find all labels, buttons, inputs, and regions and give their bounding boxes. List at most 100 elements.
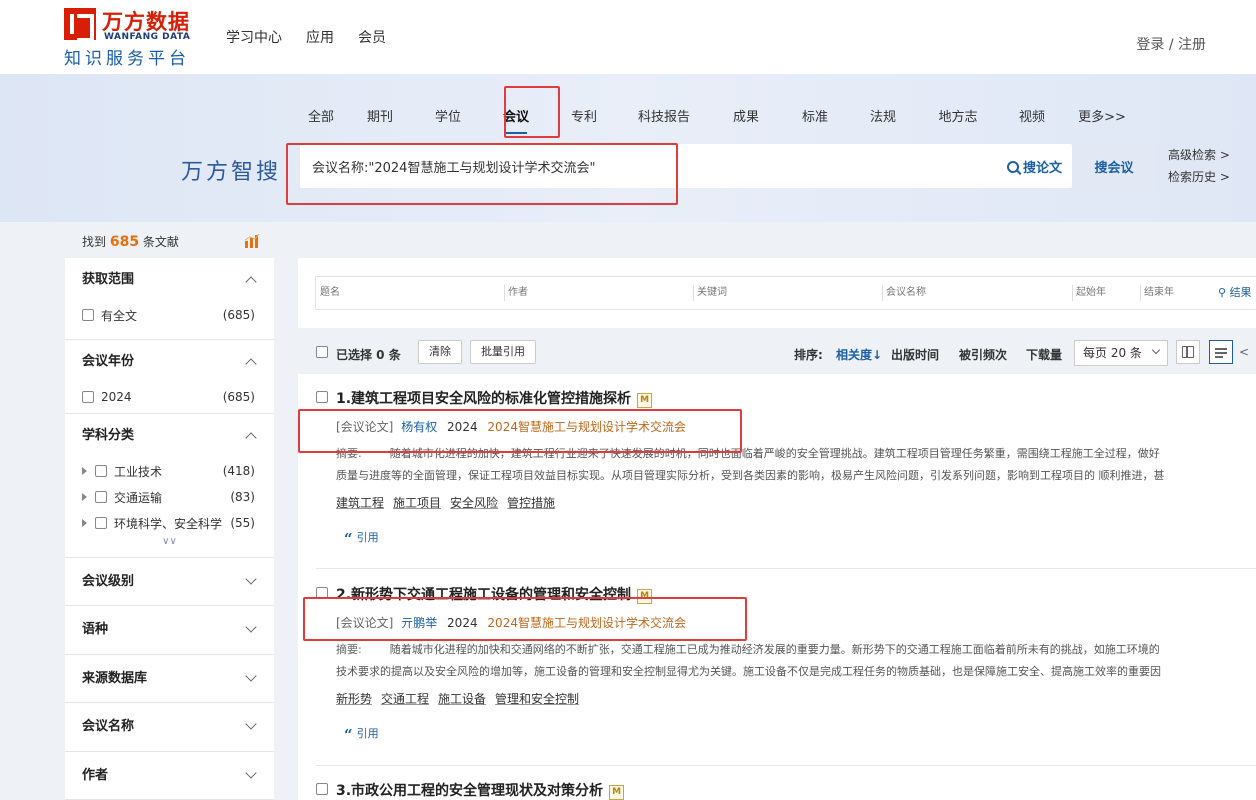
- cite-label: 引用: [356, 727, 379, 740]
- logo-platform-name: 知识服务平台: [64, 49, 190, 69]
- list-view-button[interactable]: [1209, 340, 1233, 364]
- keyword-link[interactable]: 施工设备: [438, 692, 486, 706]
- login-register-link[interactable]: 登录 / 注册: [1136, 34, 1206, 54]
- top-nav: 学习中心 应用 会员: [226, 27, 386, 47]
- expand-triangle-icon[interactable]: [82, 467, 87, 475]
- keyword-link[interactable]: 交通工程: [381, 692, 429, 706]
- search-history-link[interactable]: 检索历史 >: [1168, 166, 1230, 188]
- filter-item-label: 有全文: [101, 308, 138, 323]
- sort-publish-time[interactable]: 出版时间: [891, 346, 939, 363]
- nav-learning-center[interactable]: 学习中心: [226, 27, 282, 47]
- filter-head-source-db[interactable]: 来源数据库: [82, 655, 257, 703]
- tab-conference[interactable]: 会议: [482, 96, 550, 140]
- wanfang-smart-search-brand: 万方智搜: [181, 160, 282, 185]
- keyword-link[interactable]: 建筑工程: [336, 496, 384, 510]
- page-prev-arrow[interactable]: <: [1239, 345, 1249, 359]
- filter-section-year: 会议年份 2024 (685): [65, 340, 274, 414]
- result-conference[interactable]: 2024智慧施工与规划设计学术交流会: [487, 420, 686, 434]
- checkbox[interactable]: [82, 391, 94, 403]
- tab-achievement[interactable]: 成果: [710, 96, 782, 140]
- nav-membership[interactable]: 会员: [358, 27, 386, 47]
- abstract-label: 摘要:: [336, 447, 362, 460]
- filter-head-access[interactable]: 获取范围: [82, 258, 257, 302]
- advanced-search-link[interactable]: 高级检索 >: [1168, 144, 1230, 166]
- per-page-value: 每页 20 条: [1083, 346, 1142, 360]
- abstract-line: 随着城市化进程的加快，建筑工程行业迎来了快速发展的时机，同时也面临着严峻的安全管…: [389, 447, 1160, 460]
- result-conference[interactable]: 2024智慧施工与规划设计学术交流会: [487, 616, 686, 630]
- chevron-up-icon: [245, 432, 257, 444]
- result-author[interactable]: 亓鹏举: [401, 616, 437, 630]
- filter-title: 学科分类: [82, 428, 135, 443]
- result-title[interactable]: 3.市政公用工程的安全管理现状及对策分析 M: [336, 780, 625, 800]
- checkbox[interactable]: [95, 465, 107, 477]
- filter-field-author[interactable]: 作者: [504, 277, 690, 309]
- expand-triangle-icon[interactable]: [82, 493, 87, 501]
- result-author[interactable]: 杨有权: [401, 420, 437, 434]
- search-input[interactable]: [312, 144, 992, 188]
- result-checkbox[interactable]: [316, 783, 328, 795]
- cite-button[interactable]: “引用: [344, 725, 379, 744]
- select-all-checkbox[interactable]: [316, 346, 328, 358]
- results-list: 1.建筑工程项目安全风险的标准化管控措施探析 M [会议论文] 杨有权 2024 …: [298, 374, 1256, 800]
- filter-title: 会议级别: [82, 574, 135, 589]
- filter-item-fulltext: 有全文 (685): [82, 302, 257, 328]
- nav-apps[interactable]: 应用: [306, 27, 334, 47]
- filter-field-keyword[interactable]: 关键词: [693, 277, 881, 309]
- keyword-link[interactable]: 施工项目: [393, 496, 441, 510]
- filter-head-author[interactable]: 作者: [82, 752, 257, 800]
- quote-icon: “: [344, 530, 353, 548]
- filter-search-button[interactable]: ⚲ 结果: [1214, 277, 1256, 309]
- tab-more[interactable]: 更多>>: [1066, 96, 1138, 140]
- filter-head-level[interactable]: 会议级别: [82, 558, 257, 606]
- tab-degree[interactable]: 学位: [414, 96, 482, 140]
- batch-cite-button[interactable]: 批量引用: [470, 340, 536, 364]
- filter-item-count: (418): [222, 464, 255, 478]
- result-checkbox[interactable]: [316, 587, 328, 599]
- chevron-down-icon: [245, 573, 257, 585]
- wanfang-logo[interactable]: 万方数据 WANFANG DATA 知识服务平台: [64, 6, 204, 69]
- selected-count: 已选择 0 条: [336, 348, 401, 362]
- checkbox[interactable]: [95, 491, 107, 503]
- result-checkbox[interactable]: [316, 391, 328, 403]
- filter-head-subject[interactable]: 学科分类: [82, 414, 257, 458]
- result-title[interactable]: 2.新形势下交通工程施工设备的管理和安全控制 M: [336, 584, 653, 604]
- tab-journal[interactable]: 期刊: [346, 96, 414, 140]
- keyword-link[interactable]: 新形势: [336, 692, 372, 706]
- clear-button[interactable]: 清除: [418, 340, 462, 364]
- sort-relevance[interactable]: 相关度↓: [836, 346, 882, 363]
- filter-field-conference[interactable]: 会议名称: [882, 277, 1072, 309]
- filter-field-start-year[interactable]: 起始年: [1072, 277, 1136, 309]
- keyword-link[interactable]: 管理和安全控制: [495, 692, 579, 706]
- search-papers-button[interactable]: 搜论文: [1006, 157, 1062, 176]
- tab-local-chronicle[interactable]: 地方志: [918, 96, 998, 140]
- filter-field-end-year[interactable]: 结束年: [1140, 277, 1210, 309]
- tab-video[interactable]: 视频: [998, 96, 1066, 140]
- filter-head-language[interactable]: 语种: [82, 606, 257, 654]
- result-title[interactable]: 1.建筑工程项目安全风险的标准化管控措施探析 M: [336, 388, 653, 408]
- filter-field-title[interactable]: 题名: [316, 277, 502, 309]
- tab-tech-report[interactable]: 科技报告: [618, 96, 710, 140]
- tab-standard[interactable]: 标准: [782, 96, 848, 140]
- keyword-link[interactable]: 管控措施: [507, 496, 555, 510]
- checkbox[interactable]: [95, 517, 107, 529]
- search-conference-button[interactable]: 搜会议: [1072, 144, 1156, 188]
- grid-view-button[interactable]: [1176, 340, 1200, 364]
- chevron-down-icon: [1151, 345, 1161, 355]
- per-page-select[interactable]: 每页 20 条: [1074, 340, 1168, 366]
- expand-triangle-icon[interactable]: [82, 519, 87, 527]
- result-title-text: 3.市政公用工程的安全管理现状及对策分析: [336, 783, 604, 799]
- tab-patent[interactable]: 专利: [550, 96, 618, 140]
- sort-downloads[interactable]: 下载量: [1026, 346, 1062, 363]
- bar-chart-icon[interactable]: [244, 234, 260, 248]
- tab-regulation[interactable]: 法规: [848, 96, 918, 140]
- sort-citations[interactable]: 被引频次: [959, 346, 1007, 363]
- checkbox[interactable]: [82, 309, 94, 321]
- filter-head-conference-name[interactable]: 会议名称: [82, 703, 257, 751]
- show-more-icon[interactable]: ∨∨: [82, 536, 257, 558]
- filter-item-count: (83): [230, 490, 255, 504]
- abstract-line: 技术要求的提高以及安全风险的增加等，施工设备的管理和安全控制显得尤为关键。施工设…: [336, 665, 1161, 678]
- cite-button[interactable]: “引用: [344, 529, 379, 548]
- tab-all[interactable]: 全部: [296, 96, 346, 140]
- keyword-link[interactable]: 安全风险: [450, 496, 498, 510]
- filter-head-year[interactable]: 会议年份: [82, 340, 257, 384]
